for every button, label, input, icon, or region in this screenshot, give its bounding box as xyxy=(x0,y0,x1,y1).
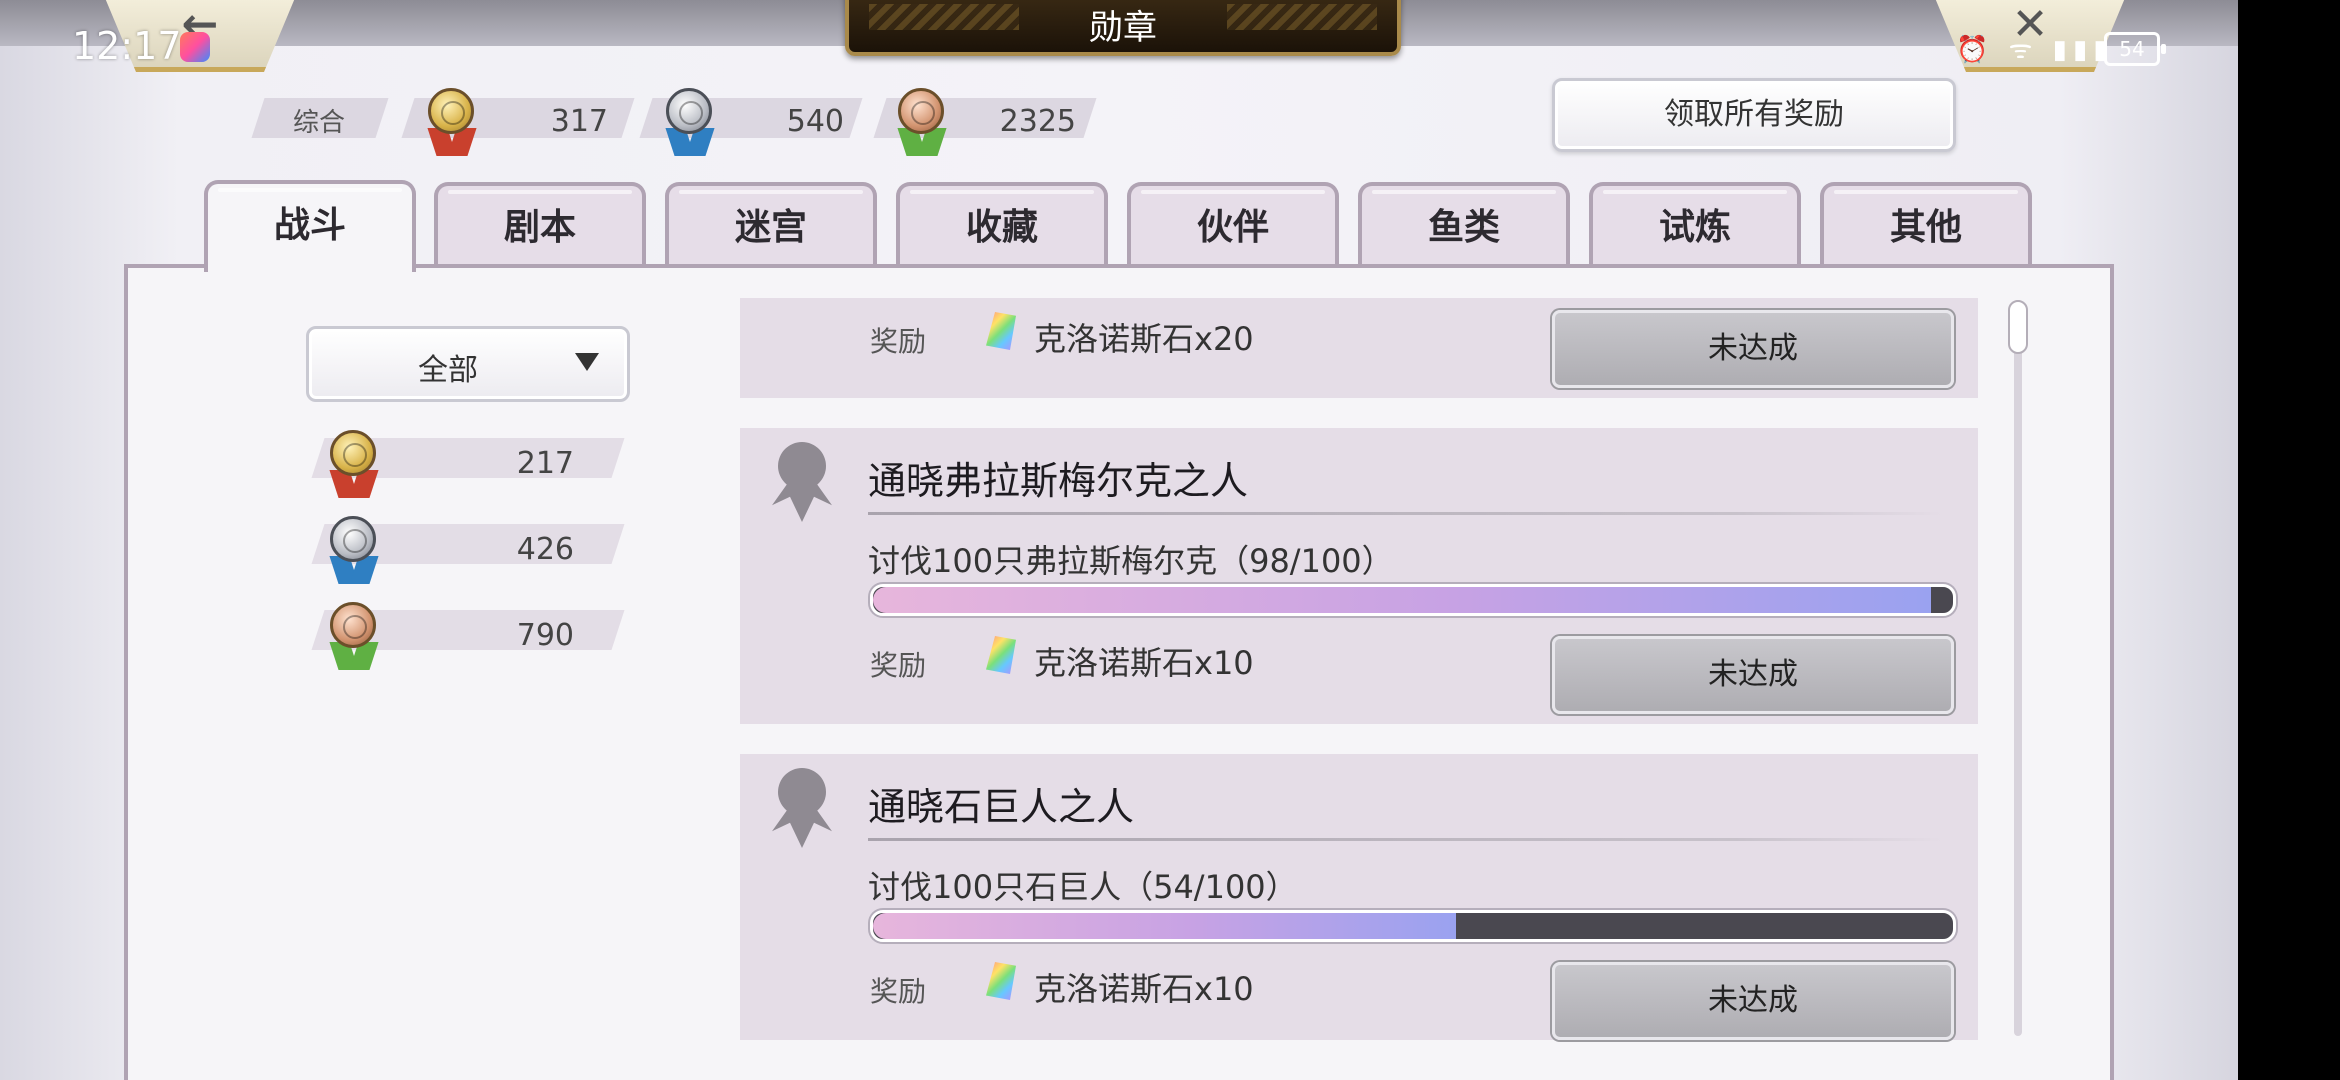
tab-other[interactable]: 其他 xyxy=(1820,182,2032,268)
medal-list-item: 奖励 克洛诺斯石x20 未达成 xyxy=(740,298,1978,398)
medal-title: 通晓弗拉斯梅尔克之人 xyxy=(868,459,1249,503)
summary-label: 综合 xyxy=(293,108,346,138)
claim-all-button[interactable]: 领取所有奖励 xyxy=(1552,78,1956,152)
battery-level: 54 xyxy=(2119,37,2145,61)
reward-text: 克洛诺斯石x20 xyxy=(1034,320,1254,358)
summary-silver-count: 540 xyxy=(786,104,844,139)
divider xyxy=(868,512,1942,515)
status-button[interactable]: 未达成 xyxy=(1552,310,1954,388)
silver-medal-icon xyxy=(326,516,380,584)
game-screen: ← ✕ 勋章 12:17 ⏰ ᯤ ▮▮▮ 54 综合 317 540 2325 … xyxy=(0,0,2238,1080)
progress-fill xyxy=(873,913,1457,939)
reward-text: 克洛诺斯石x10 xyxy=(1034,644,1254,682)
gold-medal-icon xyxy=(424,88,478,156)
category-bronze-count: 790 xyxy=(516,618,574,653)
reward-label: 奖励 xyxy=(870,325,927,358)
filter-dropdown[interactable]: 全部 xyxy=(306,326,630,402)
status-time: 12:17 xyxy=(72,24,182,68)
summary-gold-count: 317 xyxy=(550,104,608,139)
tab-dungeon[interactable]: 迷宫 xyxy=(665,182,877,268)
tab-companion[interactable]: 伙伴 xyxy=(1127,182,1339,268)
category-silver-count: 426 xyxy=(516,532,574,567)
tab-collection[interactable]: 收藏 xyxy=(896,182,1108,268)
gold-medal-icon xyxy=(326,430,380,498)
medal-list-item: 通晓石巨人之人 讨伐100只石巨人（54/100） 奖励 克洛诺斯石x10 未达… xyxy=(740,754,1978,1040)
chronos-stone-icon xyxy=(986,962,1016,1000)
chronos-stone-icon xyxy=(986,636,1016,674)
chevron-down-icon xyxy=(575,353,599,371)
title-plate: 勋章 xyxy=(845,0,1401,56)
medal-title: 通晓石巨人之人 xyxy=(868,785,1135,829)
medal-condition: 讨伐100只石巨人（54/100） xyxy=(868,868,1298,906)
filter-selected: 全部 xyxy=(418,353,478,388)
progress-fill xyxy=(873,587,1932,613)
medal-list-item: 通晓弗拉斯梅尔克之人 讨伐100只弗拉斯梅尔克（98/100） 奖励 克洛诺斯石… xyxy=(740,428,1978,724)
tab-story[interactable]: 剧本 xyxy=(434,182,646,268)
medal-condition: 讨伐100只弗拉斯梅尔克（98/100） xyxy=(868,542,1394,580)
page-title: 勋章 xyxy=(1089,8,1157,48)
status-button[interactable]: 未达成 xyxy=(1552,962,1954,1040)
reward-label: 奖励 xyxy=(870,649,927,682)
tab-battle[interactable]: 战斗 xyxy=(204,180,416,272)
app-notification-icon xyxy=(180,32,210,62)
divider xyxy=(868,838,1942,841)
medal-silhouette-icon xyxy=(770,442,834,522)
bronze-medal-icon xyxy=(894,88,948,156)
battery-icon: 54 xyxy=(2104,32,2166,66)
tab-fish[interactable]: 鱼类 xyxy=(1358,182,1570,268)
progress-bar xyxy=(870,584,1956,616)
chronos-stone-icon xyxy=(986,312,1016,350)
medal-silhouette-icon xyxy=(770,768,834,848)
silver-medal-icon xyxy=(662,88,716,156)
bronze-medal-icon xyxy=(326,602,380,670)
status-button[interactable]: 未达成 xyxy=(1552,636,1954,714)
tab-trial[interactable]: 试炼 xyxy=(1589,182,1801,268)
summary-bronze-count: 2325 xyxy=(999,104,1076,139)
status-icons: ⏰ ᯤ ▮▮▮ xyxy=(1956,35,2114,65)
category-gold-count: 217 xyxy=(516,446,574,481)
scrollbar-track[interactable] xyxy=(2014,300,2022,1036)
reward-label: 奖励 xyxy=(870,975,927,1008)
scrollbar-thumb[interactable] xyxy=(2008,300,2028,354)
progress-bar xyxy=(870,910,1956,942)
reward-text: 克洛诺斯石x10 xyxy=(1034,970,1254,1008)
